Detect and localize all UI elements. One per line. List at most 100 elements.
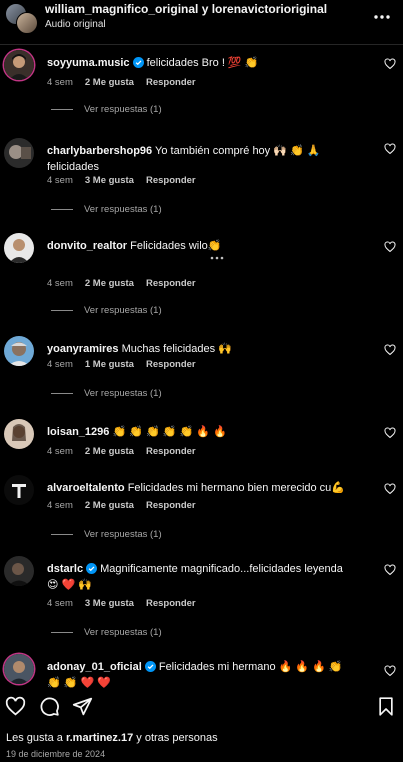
like-heart-icon[interactable] — [5, 696, 26, 717]
options-dots-icon[interactable] — [210, 256, 224, 260]
comment-body: felicidades Bro ! 💯 👏 — [146, 57, 259, 69]
comment-username[interactable]: adonay_01_oficial — [47, 661, 142, 673]
comment-age: 4 sem — [47, 175, 73, 186]
audio-label[interactable]: Audio original — [45, 19, 106, 30]
comment-text: donvito_realtor Felicidades wilo👏 — [47, 238, 357, 254]
heart-icon[interactable] — [384, 427, 396, 439]
comment-meta: 4 sem 2 Me gusta Responder — [47, 77, 208, 88]
comment-likes[interactable]: 2 Me gusta — [85, 278, 134, 289]
comment-meta: 4 sem 2 Me gusta Responder — [47, 446, 208, 457]
comment-username[interactable]: soyyuma.music — [47, 57, 130, 69]
replies-label: Ver respuestas (1) — [84, 627, 162, 638]
comment-likes[interactable]: 1 Me gusta — [85, 359, 134, 370]
post-date: 19 de diciembre de 2024 — [6, 749, 106, 759]
heart-icon[interactable] — [384, 665, 396, 677]
comment-text: adonay_01_oficial Felicidades mi hermano… — [47, 659, 357, 691]
replies-line — [51, 208, 73, 210]
replies-label: Ver respuestas (1) — [84, 529, 162, 540]
comment-icon[interactable] — [39, 696, 60, 717]
replies-line — [51, 392, 73, 394]
replies-label: Ver respuestas (1) — [84, 388, 162, 399]
more-vert-icon[interactable] — [373, 9, 391, 25]
view-replies-button[interactable]: Ver respuestas (1) — [51, 529, 162, 540]
comment-likes[interactable]: 2 Me gusta — [85, 77, 134, 88]
reply-button[interactable]: Responder — [146, 175, 196, 186]
replies-label: Ver respuestas (1) — [84, 204, 162, 215]
comment-meta: 4 sem 3 Me gusta Responder — [47, 175, 208, 186]
replies-line — [51, 533, 73, 535]
comment-username[interactable]: donvito_realtor — [47, 240, 127, 252]
comment-age: 4 sem — [47, 278, 73, 289]
collab-avatars[interactable] — [5, 3, 39, 34]
view-replies-button[interactable]: Ver respuestas (1) — [51, 204, 162, 215]
likes-summary[interactable]: Les gusta a r.martinez.17 y otras person… — [6, 732, 218, 744]
verified-badge-icon — [144, 661, 156, 672]
comment-meta: 4 sem 2 Me gusta Responder — [47, 278, 208, 289]
post-action-bar: Les gusta a r.martinez.17 y otras person… — [0, 688, 403, 762]
heart-icon[interactable] — [384, 241, 396, 253]
comment-text: alvaroeltalento Felicidades mi hermano b… — [47, 480, 357, 496]
header-divider — [0, 44, 403, 45]
avatar[interactable] — [4, 336, 34, 366]
verified-badge-icon — [86, 563, 98, 574]
view-replies-button[interactable]: Ver respuestas (1) — [51, 305, 162, 316]
avatar[interactable] — [4, 419, 34, 449]
share-icon[interactable] — [72, 696, 93, 717]
avatar[interactable] — [4, 475, 34, 505]
comment-age: 4 sem — [47, 598, 73, 609]
comment-meta: 4 sem 3 Me gusta Responder — [47, 598, 208, 609]
comment-body: Muchas felicidades 🙌 — [121, 343, 232, 355]
bookmark-icon[interactable] — [376, 696, 396, 717]
reply-button[interactable]: Responder — [146, 359, 196, 370]
replies-label: Ver respuestas (1) — [84, 104, 162, 115]
comment-likes[interactable]: 2 Me gusta — [85, 446, 134, 457]
avatar[interactable] — [4, 50, 34, 80]
avatar[interactable] — [4, 233, 34, 263]
reply-button[interactable]: Responder — [146, 77, 196, 88]
heart-icon[interactable] — [384, 143, 396, 155]
comment-username[interactable]: yoanyramires — [47, 343, 119, 355]
avatar[interactable] — [4, 138, 34, 168]
likes-prefix: Les gusta a — [6, 732, 63, 744]
comment-username[interactable]: loisan_1296 — [47, 426, 109, 438]
avatar-2 — [16, 12, 38, 34]
reply-button[interactable]: Responder — [146, 500, 196, 511]
view-replies-button[interactable]: Ver respuestas (1) — [51, 104, 162, 115]
avatar[interactable] — [4, 556, 34, 586]
heart-icon[interactable] — [384, 58, 396, 70]
comment-body: Felicidades mi hermano bien merecido cu💪 — [127, 482, 345, 494]
reel-authors[interactable]: william_magnifico_original y lorenavicto… — [45, 2, 327, 16]
reply-button[interactable]: Responder — [146, 446, 196, 457]
comment-meta: 4 sem 2 Me gusta Responder — [47, 500, 208, 511]
heart-icon[interactable] — [384, 483, 396, 495]
comment-text: charlybarbershop96 Yo también compré hoy… — [47, 143, 357, 175]
replies-line — [51, 108, 73, 110]
comment-username[interactable]: dstarlc — [47, 563, 83, 575]
view-replies-button[interactable]: Ver respuestas (1) — [51, 627, 162, 638]
replies-line — [51, 309, 73, 311]
comment-text: dstarlc Magnificamente magnificado...fel… — [47, 561, 357, 593]
view-replies-button[interactable]: Ver respuestas (1) — [51, 388, 162, 399]
comment-body: 👏 👏 👏 👏 👏 🔥 🔥 — [112, 426, 227, 438]
reel-header: william_magnifico_original y lorenavicto… — [0, 0, 403, 36]
comment-likes[interactable]: 3 Me gusta — [85, 598, 134, 609]
comment-text: yoanyramires Muchas felicidades 🙌 — [47, 341, 357, 357]
comment-likes[interactable]: 3 Me gusta — [85, 175, 134, 186]
comment-text: soyyuma.music felicidades Bro ! 💯 👏 — [47, 55, 357, 71]
reply-button[interactable]: Responder — [146, 278, 196, 289]
likes-suffix: y otras personas — [136, 732, 218, 744]
replies-line — [51, 631, 73, 633]
replies-label: Ver respuestas (1) — [84, 305, 162, 316]
reply-button[interactable]: Responder — [146, 598, 196, 609]
avatar[interactable] — [4, 654, 34, 684]
comment-age: 4 sem — [47, 77, 73, 88]
comment-username[interactable]: alvaroeltalento — [47, 482, 125, 494]
heart-icon[interactable] — [384, 344, 396, 356]
verified-badge-icon — [132, 57, 144, 68]
heart-icon[interactable] — [384, 564, 396, 576]
comment-likes[interactable]: 2 Me gusta — [85, 500, 134, 511]
likes-user[interactable]: r.martinez.17 — [66, 732, 133, 744]
comment-username[interactable]: charlybarbershop96 — [47, 145, 152, 157]
comment-age: 4 sem — [47, 359, 73, 370]
comment-text: loisan_1296 👏 👏 👏 👏 👏 🔥 🔥 — [47, 424, 357, 440]
